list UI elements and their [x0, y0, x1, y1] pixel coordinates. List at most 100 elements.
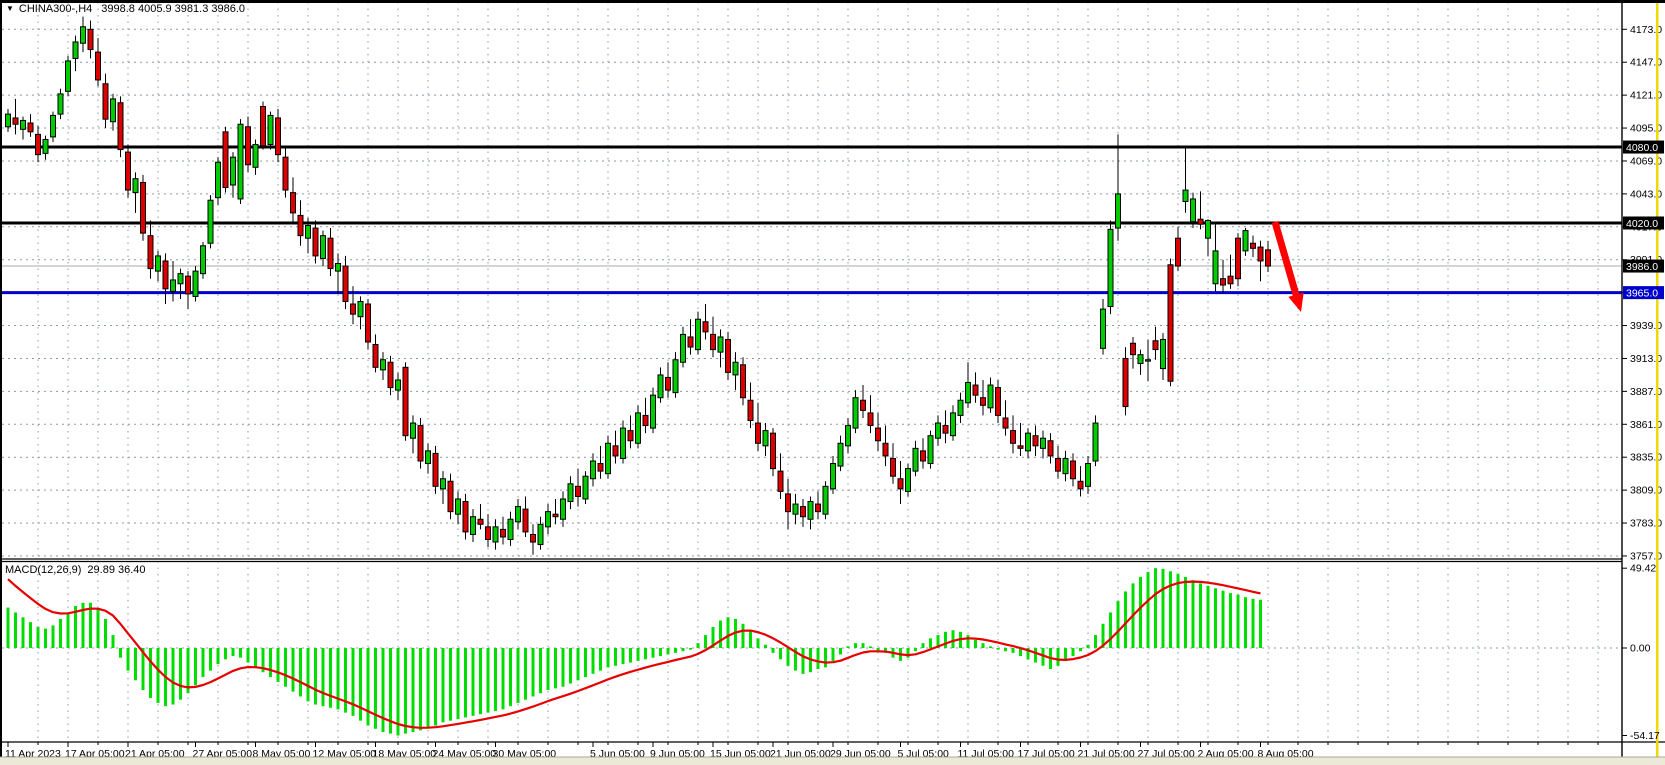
- candle-bearish: [1153, 341, 1158, 350]
- macd-bar: [322, 648, 325, 706]
- price-tag-text: 4080.0: [1626, 142, 1658, 154]
- candle-bearish: [1071, 461, 1076, 479]
- macd-bar: [1147, 572, 1150, 648]
- macd-bar: [727, 617, 730, 648]
- macd-bar: [974, 640, 977, 648]
- macd-bar: [517, 648, 520, 703]
- top-border: [0, 0, 1665, 3]
- macd-bar: [854, 643, 857, 648]
- macd-bar: [472, 648, 475, 716]
- macd-bar: [922, 643, 925, 648]
- candle-bullish: [913, 448, 918, 471]
- candle-bearish: [816, 504, 821, 512]
- price-tag-text: 4020.0: [1626, 218, 1658, 230]
- candle-bullish: [696, 319, 701, 349]
- candle-bullish: [456, 499, 461, 514]
- candle-bullish: [733, 362, 738, 375]
- macd-bar: [1207, 586, 1210, 648]
- macd-bar: [787, 648, 790, 666]
- candle-bearish: [478, 519, 483, 524]
- candle-bearish: [141, 182, 146, 233]
- candle-bearish: [1131, 343, 1136, 354]
- candle-bullish: [66, 61, 71, 91]
- candle-bearish: [523, 509, 528, 532]
- macd-bar: [697, 643, 700, 648]
- macd-bar: [1012, 648, 1015, 653]
- candle-bullish: [6, 114, 11, 127]
- macd-bar: [817, 648, 820, 669]
- candle-bearish: [883, 443, 888, 456]
- macd-values-text: 29.89 36.40: [87, 564, 145, 576]
- candle-bullish: [936, 423, 941, 438]
- macd-bar: [464, 648, 467, 717]
- macd-bar: [442, 648, 445, 722]
- candle-bullish: [216, 162, 221, 197]
- candle-bullish: [1093, 423, 1098, 461]
- candle-bearish: [223, 132, 228, 188]
- macd-bar: [404, 648, 407, 734]
- candle-bearish: [891, 458, 896, 476]
- ohlc-readout: 3998.8 4005.9 3981.3 3986.0: [101, 3, 245, 15]
- candle-bearish: [343, 266, 348, 301]
- candle-bearish: [711, 334, 716, 349]
- candle-bullish: [1041, 438, 1046, 448]
- symbol-dropdown-icon[interactable]: ▼: [6, 4, 14, 13]
- macd-bar: [509, 648, 512, 706]
- candle-bullish: [658, 375, 663, 398]
- candle-bullish: [411, 423, 416, 438]
- candle-bullish: [81, 27, 86, 43]
- candle-bullish: [538, 524, 543, 544]
- macd-bar: [1192, 580, 1195, 648]
- macd-bar: [569, 648, 572, 684]
- candle-bearish: [1176, 238, 1181, 266]
- candle-bullish: [793, 504, 798, 514]
- candle-bearish: [643, 415, 648, 425]
- candle-bullish: [958, 400, 963, 415]
- candle-bearish: [921, 451, 926, 461]
- macd-bar: [1222, 591, 1225, 648]
- candle-bearish: [613, 446, 618, 456]
- macd-bar: [802, 648, 805, 674]
- macd-bar: [277, 648, 280, 682]
- macd-bar: [232, 648, 235, 656]
- macd-bar: [757, 638, 760, 648]
- candle-bearish: [666, 377, 671, 390]
- candle-bearish: [388, 362, 393, 387]
- macd-bar: [149, 648, 152, 698]
- macd-bar: [1004, 648, 1007, 651]
- macd-bar: [104, 619, 107, 648]
- macd-bar: [292, 648, 295, 692]
- macd-bar: [1252, 599, 1255, 648]
- macd-bar: [622, 648, 625, 664]
- candle-bearish: [418, 426, 423, 461]
- macd-bar: [644, 648, 647, 659]
- macd-bar: [614, 648, 617, 666]
- macd-bar: [284, 648, 287, 687]
- macd-bar: [224, 648, 227, 659]
- candle-bearish: [13, 118, 18, 124]
- candle-bearish: [868, 413, 873, 426]
- macd-bar: [7, 608, 10, 648]
- candle-bearish: [291, 193, 296, 213]
- price-tag-resistance-4020: 4020.0: [1623, 216, 1664, 229]
- candle-bullish: [1183, 190, 1188, 201]
- candle-bearish: [313, 228, 318, 256]
- candle-bullish: [906, 469, 911, 492]
- candle-bullish: [853, 398, 858, 428]
- macd-bar: [419, 648, 422, 730]
- candle-bullish: [171, 280, 176, 291]
- macd-bar: [1109, 612, 1112, 648]
- macd-axis-label: 0.00: [1630, 643, 1651, 655]
- candle-bullish: [471, 517, 476, 535]
- candle-bearish: [36, 134, 41, 154]
- candle-bullish: [73, 42, 78, 58]
- candle-bullish: [951, 413, 956, 436]
- macd-bar: [629, 648, 632, 663]
- bottom-strip: [0, 757, 1665, 765]
- macd-bar: [764, 645, 767, 648]
- candle-bullish: [231, 157, 236, 185]
- macd-bar: [599, 648, 602, 671]
- macd-bar: [749, 630, 752, 648]
- candle-bearish: [748, 400, 753, 420]
- macd-bar: [1199, 583, 1202, 648]
